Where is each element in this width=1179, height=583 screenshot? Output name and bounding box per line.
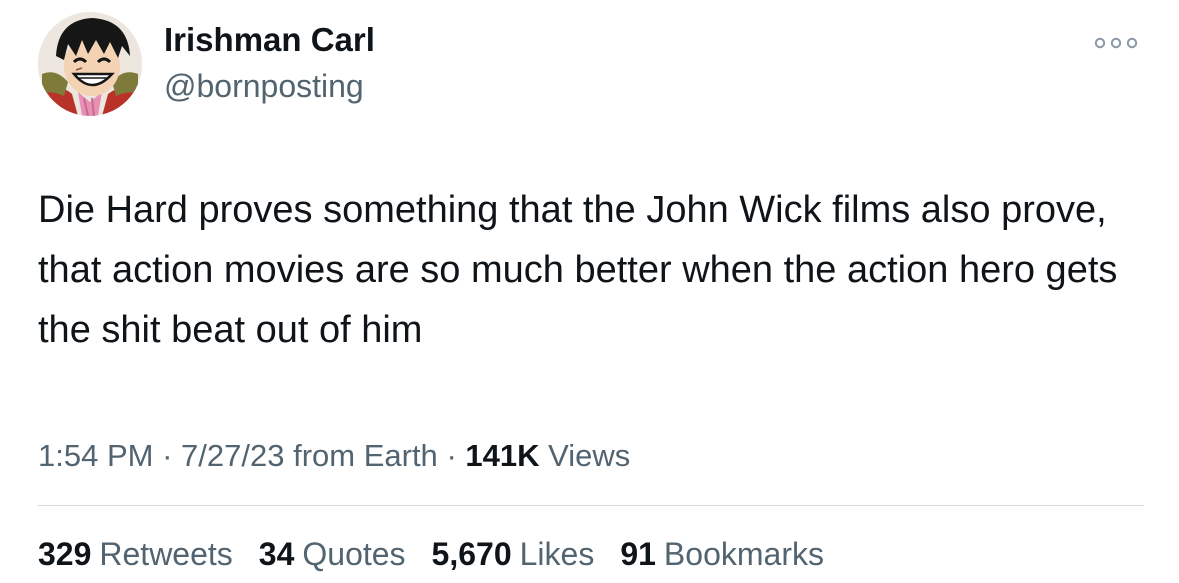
tweet-date[interactable]: 7/27/23 <box>181 438 284 473</box>
tweet-meta: 1:54 PM · 7/27/23 from Earth · 141K View… <box>38 434 630 478</box>
retweets-stat[interactable]: 329 Retweets <box>38 532 233 576</box>
bookmarks-stat[interactable]: 91 Bookmarks <box>620 532 824 576</box>
meta-separator: · <box>162 438 173 473</box>
more-options-button[interactable] <box>1088 26 1144 60</box>
tweet-text: Die Hard proves something that the John … <box>38 189 1118 351</box>
views-label: Views <box>548 438 631 473</box>
retweets-count: 329 <box>38 536 92 572</box>
more-horizontal-icon <box>1094 37 1138 49</box>
avatar[interactable] <box>38 12 142 116</box>
likes-count: 5,670 <box>431 536 512 572</box>
meta-separator-2: · <box>446 438 457 473</box>
quotes-count: 34 <box>258 536 295 572</box>
likes-stat[interactable]: 5,670 Likes <box>432 532 595 576</box>
tweet-time[interactable]: 1:54 PM <box>38 438 153 473</box>
retweets-label: Retweets <box>99 536 233 572</box>
likes-label: Likes <box>519 536 595 572</box>
tweet-card: Irishman Carl @bornposting Die Hard prov… <box>0 0 1179 583</box>
bookmarks-label: Bookmarks <box>663 536 824 572</box>
engagement-stats: 329 Retweets 34 Quotes 5,670 Likes 91 Bookma… <box>38 532 824 576</box>
author-handle[interactable]: @bornposting <box>164 66 364 106</box>
quotes-stat[interactable]: 34 Quotes <box>259 532 406 576</box>
author-display-name[interactable]: Irishman Carl <box>164 20 375 60</box>
tweet-source: from Earth <box>293 438 438 473</box>
quotes-label: Quotes <box>302 536 406 572</box>
anime-character-avatar-icon <box>38 12 142 116</box>
views-count: 141K <box>465 438 540 473</box>
bookmarks-count: 91 <box>620 536 656 572</box>
divider <box>38 505 1144 506</box>
